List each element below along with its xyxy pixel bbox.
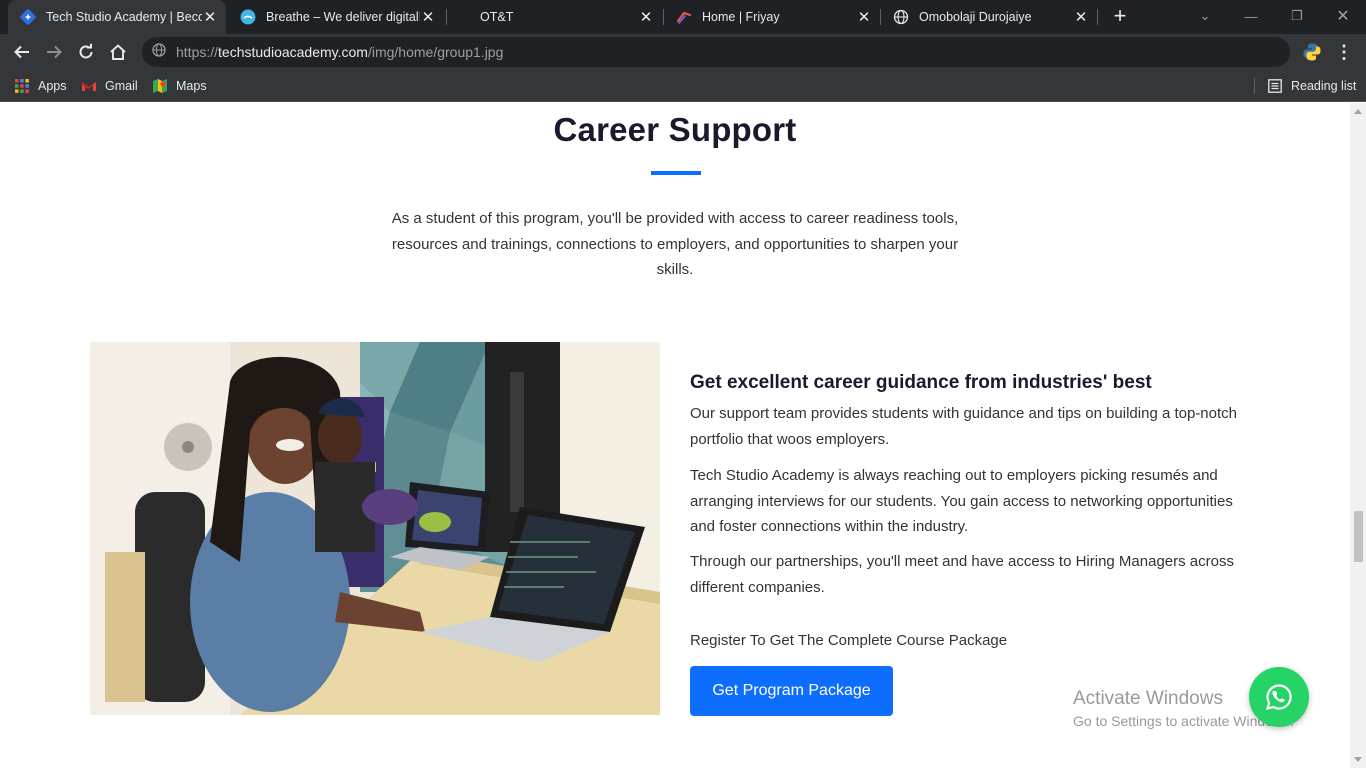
close-icon[interactable]: ✕	[420, 9, 436, 26]
tab-friyay[interactable]: Home | Friyay ✕	[664, 0, 880, 34]
new-tab-button[interactable]: +	[1108, 5, 1132, 29]
close-window-icon[interactable]: ✕	[1320, 0, 1366, 32]
students-photo	[90, 342, 660, 715]
maps-icon	[152, 78, 168, 94]
bookmark-label: Maps	[176, 79, 207, 93]
bookmark-apps[interactable]: Apps	[14, 76, 67, 96]
page-scrollbar[interactable]	[1350, 103, 1366, 768]
reload-button[interactable]	[72, 38, 100, 66]
tech-studio-icon	[20, 9, 36, 25]
scroll-up-arrow-icon[interactable]	[1354, 109, 1362, 114]
get-program-package-button[interactable]: Get Program Package	[690, 666, 893, 716]
menu-kebab-icon[interactable]: ⋮	[1332, 40, 1356, 64]
scroll-thumb[interactable]	[1354, 511, 1363, 562]
reading-list-button[interactable]: Reading list	[1267, 76, 1356, 96]
forward-button[interactable]	[40, 38, 68, 66]
restore-icon[interactable]: ❐	[1274, 0, 1320, 32]
tab-title: Omobolaji Durojaiye	[919, 10, 1032, 24]
reload-icon	[79, 43, 93, 59]
tab-strip: Tech Studio Academy | Become ✕ Breathe –…	[0, 0, 1366, 34]
reading-list-label: Reading list	[1291, 79, 1357, 93]
python-extension-icon[interactable]	[1300, 40, 1324, 64]
breathe-icon	[240, 9, 256, 25]
tab-title: Home | Friyay	[702, 10, 780, 24]
guidance-paragraph-1: Our support team provides students with …	[690, 405, 1238, 448]
home-button[interactable]	[104, 38, 132, 66]
close-icon[interactable]: ✕	[1073, 9, 1089, 26]
section-title: Career Support	[553, 111, 797, 148]
whatsapp-chat-button[interactable]	[1249, 667, 1309, 727]
home-icon	[110, 44, 126, 60]
tab-title: Breathe – We deliver digital!	[266, 10, 420, 24]
close-icon[interactable]: ✕	[856, 9, 872, 26]
bookmark-label: Apps	[38, 79, 67, 93]
bookmarks-bar: Apps Gmail Maps Reading list	[0, 70, 1366, 102]
tab-ott[interactable]: OT&T ✕	[456, 0, 662, 34]
back-button[interactable]	[8, 38, 36, 66]
tab-tech-studio[interactable]: Tech Studio Academy | Become ✕	[8, 0, 226, 34]
intro-text: As a student of this program, you'll be …	[391, 210, 959, 278]
minimize-icon[interactable]: —	[1228, 0, 1274, 32]
apps-grid-icon	[14, 78, 30, 94]
guidance-paragraph-3: Through our partnerships, you'll meet an…	[690, 553, 1234, 596]
bookmark-maps[interactable]: Maps	[152, 76, 207, 96]
address-bar[interactable]: https://techstudioacademy.com/img/home/g…	[142, 37, 1290, 67]
back-arrow-icon	[14, 45, 29, 59]
bookmark-label: Gmail	[105, 79, 138, 93]
tab-omobolaji[interactable]: Omobolaji Durojaiye ✕	[881, 0, 1097, 34]
page-viewport: Career Support As a student of this prog…	[0, 103, 1350, 768]
close-icon[interactable]: ✕	[202, 9, 218, 26]
whatsapp-icon	[1265, 684, 1292, 711]
tab-search-icon[interactable]: ⌄	[1182, 0, 1228, 32]
tab-title: OT&T	[480, 10, 514, 24]
globe-icon	[893, 9, 909, 25]
title-underline	[651, 171, 701, 175]
guidance-paragraph-2: Tech Studio Academy is always reaching o…	[690, 467, 1233, 536]
bookmark-gmail[interactable]: Gmail	[81, 76, 138, 96]
site-info-icon[interactable]	[152, 42, 166, 62]
friyay-icon	[676, 9, 692, 25]
forward-arrow-icon	[47, 45, 62, 59]
gmail-icon	[81, 78, 97, 94]
register-text: Register To Get The Complete Course Pack…	[690, 632, 1008, 649]
tab-breathe[interactable]: Breathe – We deliver digital! ✕	[228, 0, 444, 34]
browser-toolbar: https://techstudioacademy.com/img/home/g…	[0, 34, 1366, 70]
reading-list-icon	[1267, 78, 1283, 94]
close-icon[interactable]: ✕	[638, 9, 654, 26]
tab-title: Tech Studio Academy | Become	[46, 10, 202, 24]
guidance-title: Get excellent career guidance from indus…	[690, 372, 1152, 393]
url-text: https://techstudioacademy.com/img/home/g…	[176, 44, 504, 60]
scroll-down-arrow-icon[interactable]	[1354, 757, 1362, 762]
